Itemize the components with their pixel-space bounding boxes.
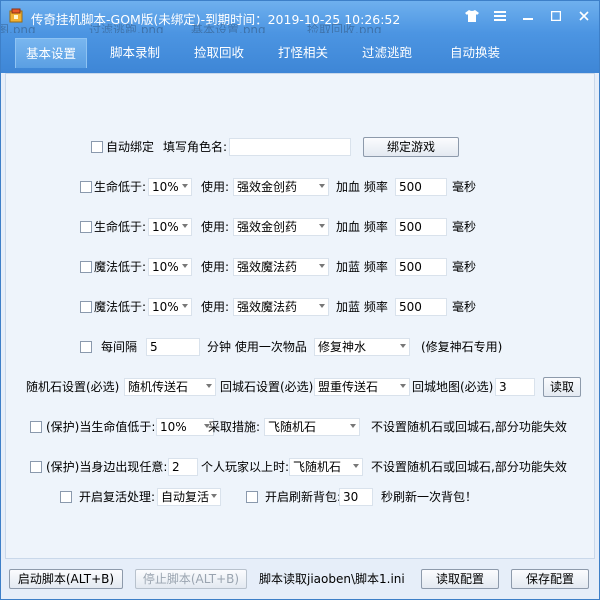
protect-crowd-checkbox[interactable]: [30, 461, 42, 473]
interval-minutes-input[interactable]: 5: [146, 338, 200, 356]
random-stone-select[interactable]: 随机传送石: [124, 378, 216, 396]
use-label: 使用:: [201, 260, 230, 274]
use-label: 使用:: [201, 180, 230, 194]
refresh-bag-seconds-input[interactable]: 30: [339, 488, 373, 506]
hp-freq-input-1[interactable]: 500: [395, 178, 447, 196]
return-map-input[interactable]: 3: [495, 378, 535, 396]
interval-note: (修复神石专用): [421, 340, 503, 354]
maximize-button[interactable]: [543, 4, 569, 28]
revive-label: 开启复活处理:: [79, 490, 156, 504]
hp-low-label: 生命低于:: [94, 180, 147, 194]
hp-low-label: 生命低于:: [94, 220, 147, 234]
interval-mid-label: 分钟 使用一次物品: [207, 340, 307, 354]
protect-hp-percent-select[interactable]: 10%: [156, 418, 214, 436]
action-label: 加蓝 频率: [336, 260, 388, 274]
refresh-bag-suffix: 秒刷新一次背包！: [381, 490, 478, 504]
menu-button[interactable]: [487, 4, 513, 28]
mp-freq-input-1[interactable]: 500: [395, 258, 447, 276]
bind-game-button[interactable]: 绑定游戏: [363, 137, 459, 157]
revive-mode-select[interactable]: 自动复活: [157, 488, 221, 506]
revive-checkbox[interactable]: [60, 491, 72, 503]
status-bar: 启动脚本(ALT+B) 停止脚本(ALT+B) 脚本读取jiaoben\脚本1.…: [1, 561, 599, 599]
tab-combat[interactable]: 打怪相关: [267, 38, 339, 68]
protect-measure-label: 采取措施:: [208, 420, 261, 434]
action-label: 加蓝 频率: [336, 300, 388, 314]
return-map-label: 回城地图(必选): [412, 380, 494, 394]
tab-script-record[interactable]: 脚本录制: [99, 38, 171, 68]
hp-item-select-1[interactable]: 强效金创药: [233, 178, 329, 196]
protect-hp-checkbox[interactable]: [30, 421, 42, 433]
protect-crowd-label: (保护)当身边出现任意:: [46, 460, 168, 474]
mp-item-select-2[interactable]: 强效魔法药: [233, 298, 329, 316]
hp-percent-select-2[interactable]: 10%: [148, 218, 192, 236]
protect-hp-note: 不设置随机石或回城石,部分功能失效: [371, 420, 567, 434]
tab-basic-settings[interactable]: 基本设置: [15, 38, 87, 68]
maximize-icon: [551, 11, 561, 21]
close-icon: [579, 11, 589, 21]
skin-button[interactable]: [459, 4, 485, 28]
shirt-icon: [465, 10, 479, 22]
mp-low-label: 魔法低于:: [94, 300, 147, 314]
close-button[interactable]: [571, 4, 597, 28]
script-path-label: 脚本读取jiaoben\脚本1.ini: [259, 572, 405, 586]
main-window: 传奇挂机脚本-GOM版(未绑定)-到期时间：2019-10-25 10:26:5…: [0, 0, 600, 600]
unit-label: 毫秒: [452, 180, 477, 194]
interval-checkbox[interactable]: [80, 341, 92, 353]
tab-bar: 基本设置 脚本录制 捡取回收 打怪相关 过滤逃跑 自动换装: [1, 33, 599, 73]
stop-script-button[interactable]: 停止脚本(ALT+B): [135, 569, 247, 589]
action-label: 加血 频率: [336, 180, 388, 194]
use-label: 使用:: [201, 300, 230, 314]
unit-label: 毫秒: [452, 220, 477, 234]
mp-low-checkbox-1[interactable]: [80, 261, 92, 273]
interval-label: 每间隔: [101, 340, 138, 354]
protect-crowd-note: 不设置随机石或回城石,部分功能失效: [371, 460, 567, 474]
refresh-bag-checkbox[interactable]: [246, 491, 258, 503]
hp-freq-input-2[interactable]: 500: [395, 218, 447, 236]
protect-hp-label: (保护)当生命值低于:: [46, 420, 156, 434]
title-bar[interactable]: 传奇挂机脚本-GOM版(未绑定)-到期时间：2019-10-25 10:26:5…: [1, 1, 599, 37]
role-name-input[interactable]: [229, 138, 351, 156]
mp-percent-select-1[interactable]: 10%: [148, 258, 192, 276]
minimize-button[interactable]: [515, 4, 541, 28]
hp-low-checkbox-1[interactable]: [80, 181, 92, 193]
auto-bind-label: 自动绑定: [106, 140, 155, 154]
protect-crowd-measure-select[interactable]: 飞随机石: [289, 458, 363, 476]
hp-low-checkbox-2[interactable]: [80, 221, 92, 233]
random-stone-label: 随机石设置(必选): [26, 380, 120, 394]
minimize-icon: [523, 18, 533, 20]
tab-filter-escape[interactable]: 过滤逃跑: [351, 38, 423, 68]
auto-bind-checkbox[interactable]: [91, 141, 103, 153]
protect-hp-measure-select[interactable]: 飞随机石: [264, 418, 360, 436]
menu-icon: [494, 11, 506, 21]
action-label: 加血 频率: [336, 220, 388, 234]
settings-panel: 自动绑定 填写角色名: 绑定游戏 生命低于: 10% 使用: 强效金创药 加血 …: [5, 73, 595, 559]
protect-crowd-count-input[interactable]: 2: [168, 458, 198, 476]
role-name-label: 填写角色名:: [163, 140, 228, 154]
save-config-button[interactable]: 保存配置: [511, 569, 589, 589]
interval-item-select[interactable]: 修复神水: [314, 338, 410, 356]
use-label: 使用:: [201, 220, 230, 234]
return-stone-select[interactable]: 盟重传送石: [314, 378, 410, 396]
return-stone-label: 回城石设置(必选): [220, 380, 314, 394]
unit-label: 毫秒: [452, 300, 477, 314]
mp-percent-select-2[interactable]: 10%: [148, 298, 192, 316]
start-script-button[interactable]: 启动脚本(ALT+B): [9, 569, 123, 589]
tab-auto-equip[interactable]: 自动换装: [435, 38, 515, 68]
unit-label: 毫秒: [452, 260, 477, 274]
refresh-bag-label: 开启刷新背包:: [265, 490, 342, 504]
read-config-button[interactable]: 读取配置: [421, 569, 499, 589]
mp-item-select-1[interactable]: 强效魔法药: [233, 258, 329, 276]
protect-crowd-mid-label: 个人玩家以上时:: [201, 460, 290, 474]
mp-freq-input-2[interactable]: 500: [395, 298, 447, 316]
mp-low-checkbox-2[interactable]: [80, 301, 92, 313]
hp-percent-select-1[interactable]: 10%: [148, 178, 192, 196]
tab-pickup-recycle[interactable]: 捡取回收: [183, 38, 255, 68]
mp-low-label: 魔法低于:: [94, 260, 147, 274]
hp-item-select-2[interactable]: 强效金创药: [233, 218, 329, 236]
read-map-button[interactable]: 读取: [543, 377, 581, 397]
